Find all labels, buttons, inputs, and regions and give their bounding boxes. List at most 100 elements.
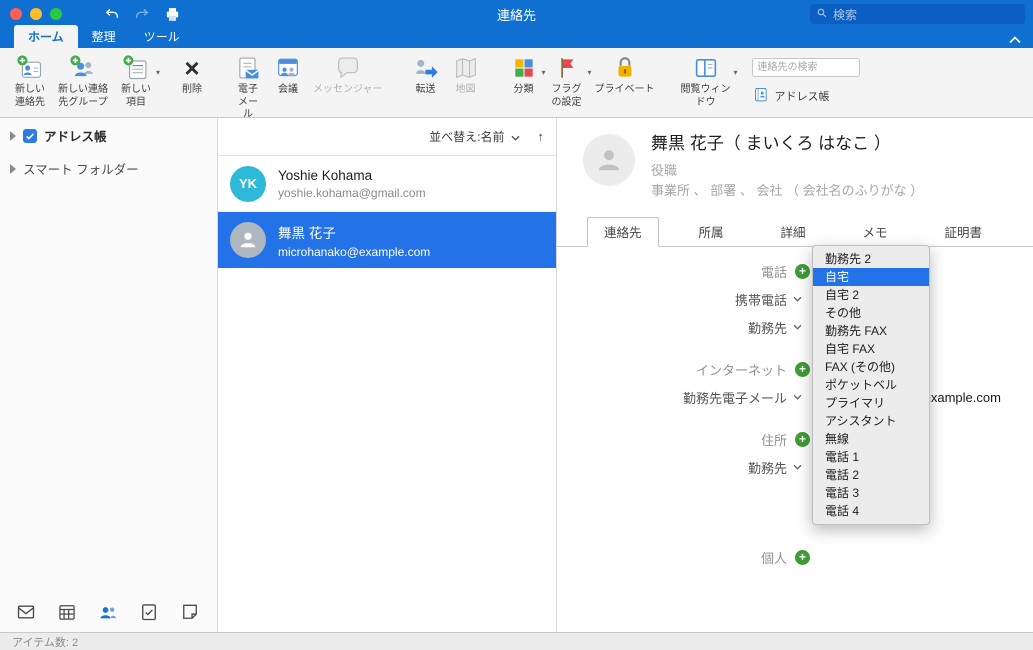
tab-organize[interactable]: 整理	[78, 25, 130, 48]
chevron-down-icon: ▾	[733, 68, 738, 77]
work-phone-label-picker[interactable]	[793, 324, 802, 330]
contact-fields: 電話 + 携帯電話 勤務先 インターネット + 勤務先電子メール 住所 + 勤務…	[557, 247, 1033, 571]
menu-item[interactable]: 電話 1	[813, 448, 929, 466]
tasks-module-icon[interactable]	[139, 602, 159, 622]
tab-certificates[interactable]: 証明書	[927, 217, 999, 247]
minimize-window-button[interactable]	[30, 8, 42, 20]
global-search-field[interactable]: 検索	[810, 4, 1025, 24]
contact-name: Yoshie Kohama	[278, 167, 373, 183]
new-contact-icon	[16, 52, 44, 84]
forward-icon	[412, 52, 440, 84]
sort-direction-icon[interactable]: ↑	[538, 129, 545, 144]
forward-button[interactable]: 転送	[406, 52, 446, 97]
contact-list-pane: 並べ替え:名前 ↑ YK Yoshie Kohama yoshie.kohama…	[218, 118, 557, 632]
print-icon[interactable]	[164, 6, 181, 23]
phone-section-row: 電話 +	[557, 257, 1033, 285]
contact-search-input[interactable]	[751, 58, 860, 77]
zoom-window-button[interactable]	[50, 8, 62, 20]
item-count: アイテム数: 2	[12, 636, 79, 649]
close-window-button[interactable]	[10, 8, 22, 20]
menu-item[interactable]: アシスタント	[813, 412, 929, 430]
map-button: 地図	[446, 52, 486, 97]
ribbon-tab-row: ホーム 整理 ツール	[0, 25, 1033, 48]
job-title-placeholder[interactable]: 役職	[651, 161, 923, 181]
meeting-button[interactable]: 会議	[268, 52, 308, 97]
collapse-ribbon-icon[interactable]	[1009, 32, 1021, 47]
tab-notes[interactable]: メモ	[845, 217, 904, 247]
new-item-icon	[122, 52, 150, 84]
contact-photo[interactable]	[583, 134, 635, 186]
new-item-button[interactable]: 新しい項目 ▾	[114, 52, 160, 109]
disclosure-triangle-icon[interactable]	[10, 130, 16, 141]
work-email-label-picker[interactable]	[793, 394, 802, 400]
titlebar: 連絡先 検索	[0, 0, 1033, 28]
mobile-label-picker[interactable]	[793, 296, 802, 302]
contact-row-selected[interactable]: 舞黒 花子 microhanako@example.com	[218, 212, 556, 268]
menu-item[interactable]: ポケットベル	[813, 376, 929, 394]
contact-name: 舞黒 花子	[278, 225, 336, 241]
tab-affiliation[interactable]: 所属	[681, 217, 740, 247]
add-internet-button[interactable]: +	[795, 361, 810, 377]
contact-full-name[interactable]: 舞黒 花子（ まいくろ はなこ ）	[651, 134, 923, 154]
menu-item[interactable]: 電話 2	[813, 466, 929, 484]
menu-item[interactable]: 自宅 2	[813, 286, 929, 304]
avatar	[230, 222, 266, 258]
sort-by-control[interactable]: 並べ替え:名前	[429, 128, 504, 145]
chevron-down-icon[interactable]	[511, 129, 520, 144]
search-placeholder: 検索	[833, 7, 858, 22]
calendar-module-icon[interactable]	[57, 602, 77, 622]
people-module-icon[interactable]	[98, 602, 118, 622]
chevron-down-icon: ▾	[155, 68, 160, 77]
search-icon	[816, 7, 828, 22]
add-phone-button[interactable]: +	[795, 263, 810, 279]
outlook-window: 連絡先 検索 ホーム 整理 ツール 新しい連絡先 新しい連絡先グループ 新しい項…	[0, 0, 1033, 650]
tab-details[interactable]: 詳細	[763, 217, 822, 247]
add-personal-button[interactable]: +	[795, 549, 810, 565]
notes-module-icon[interactable]	[180, 602, 200, 622]
personal-section-row: 個人 +	[557, 543, 1033, 571]
tab-tools[interactable]: ツール	[130, 25, 194, 48]
phone-label-menu: 勤務先 2 自宅 自宅 2 その他 勤務先 FAX 自宅 FAX FAX (その…	[812, 245, 930, 525]
reading-pane-button[interactable]: 閲覧ウィンドウ ▾	[676, 52, 738, 109]
contact-row[interactable]: YK Yoshie Kohama yoshie.kohama@gmail.com	[218, 156, 556, 212]
private-button[interactable]: プライベート	[590, 52, 660, 97]
add-address-button[interactable]: +	[795, 431, 810, 447]
menu-item[interactable]: 自宅 FAX	[813, 340, 929, 358]
mail-module-icon[interactable]	[16, 602, 36, 622]
contact-email: microhanako@example.com	[278, 244, 431, 259]
undo-icon[interactable]	[104, 6, 120, 22]
sidebar-item-address-book[interactable]: アドレス帳	[0, 118, 217, 151]
work-address-label-picker[interactable]	[793, 464, 802, 470]
map-icon	[452, 52, 480, 84]
tab-home[interactable]: ホーム	[14, 25, 78, 48]
mobile-phone-row: 携帯電話	[557, 285, 1033, 313]
menu-item[interactable]: 電話 3	[813, 484, 929, 502]
menu-item[interactable]: FAX (その他)	[813, 358, 929, 376]
folder-sidebar: アドレス帳 スマート フォルダー	[0, 118, 218, 632]
flag-button[interactable]: フラグの設定 ▾	[544, 52, 592, 109]
work-email-row: 勤務先電子メール microhanako@example.com	[557, 383, 1033, 411]
menu-item[interactable]: プライマリ	[813, 394, 929, 412]
organization-placeholder[interactable]: 事業所 、 部署 、 会社 （ 会社名のふりがな ）	[651, 181, 923, 201]
categorize-button[interactable]: 分類 ▾	[504, 52, 546, 97]
menu-item-selected[interactable]: 自宅	[813, 268, 929, 286]
new-contact-group-button[interactable]: 新しい連絡先グループ	[52, 52, 114, 109]
menu-item[interactable]: 勤務先 FAX	[813, 322, 929, 340]
sidebar-item-smart-folders[interactable]: スマート フォルダー	[0, 151, 217, 184]
new-contact-button[interactable]: 新しい連絡先	[8, 52, 52, 109]
address-book-button[interactable]: アドレス帳	[752, 86, 860, 106]
email-button[interactable]: 電子メール	[228, 52, 268, 122]
work-phone-row: 勤務先	[557, 313, 1033, 341]
avatar: YK	[230, 165, 266, 202]
disclosure-triangle-icon[interactable]	[10, 163, 16, 174]
menu-item[interactable]: 電話 4	[813, 502, 929, 520]
tab-contact[interactable]: 連絡先	[587, 217, 659, 247]
delete-button[interactable]: × 削除	[172, 52, 212, 97]
menu-item[interactable]: その他	[813, 304, 929, 322]
menu-item[interactable]: 無線	[813, 430, 929, 448]
contact-header: 舞黒 花子（ まいくろ はなこ ） 役職 事業所 、 部署 、 会社 （ 会社名…	[557, 118, 1033, 201]
menu-item[interactable]: 勤務先 2	[813, 250, 929, 268]
checkbox-checked-icon[interactable]	[23, 128, 37, 143]
email-icon	[234, 52, 262, 84]
messenger-button: メッセンジャー	[308, 52, 388, 97]
